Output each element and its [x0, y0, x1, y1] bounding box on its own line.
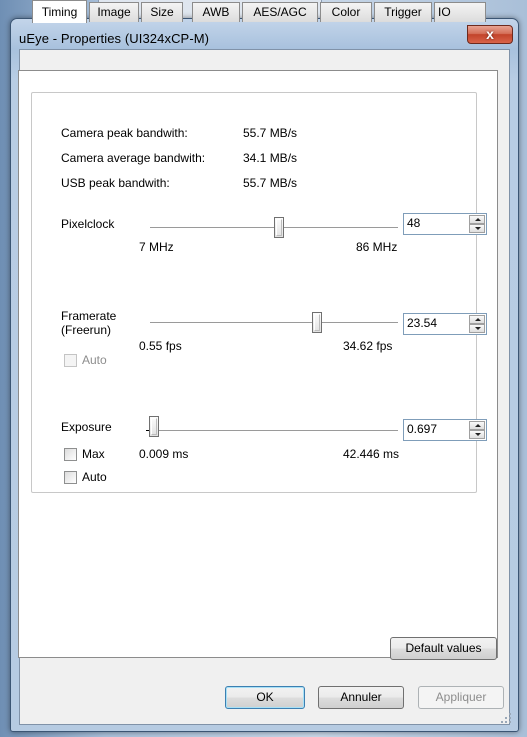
pixelclock-slider-thumb[interactable]: [273, 217, 284, 238]
tab-trigger[interactable]: Trigger: [374, 2, 432, 22]
exposure-auto-label: Auto: [82, 470, 107, 484]
spin-up-icon[interactable]: [469, 315, 485, 324]
window-title: uEye - Properties (UI324xCP-M): [19, 31, 210, 46]
tab-awb[interactable]: AWB: [192, 2, 240, 22]
close-icon: x: [486, 26, 494, 42]
tab-size[interactable]: Size: [141, 2, 183, 22]
camera-peak-bandwidth-value: 55.7 MB/s: [243, 126, 298, 140]
framerate-max-label: 34.62 fps: [343, 339, 393, 353]
pixelclock-spin-buttons: [469, 215, 485, 233]
cancel-button[interactable]: Annuler: [318, 686, 404, 709]
usb-peak-bandwidth-value: 55.7 MB/s: [243, 176, 298, 190]
exposure-max-checkbox-label: Max: [82, 447, 105, 461]
apply-button[interactable]: Appliquer: [418, 686, 504, 709]
tab-label: Trigger: [384, 5, 422, 19]
spin-down-icon[interactable]: [469, 224, 485, 233]
spin-up-icon[interactable]: [469, 215, 485, 224]
exposure-label: Exposure: [61, 420, 112, 434]
tab-label: AES/AGC: [253, 5, 307, 19]
tab-color[interactable]: Color: [320, 2, 372, 22]
ok-button[interactable]: OK: [225, 686, 305, 709]
tab-label: IO: [438, 5, 451, 19]
button-label: OK: [256, 690, 274, 704]
framerate-slider-thumb[interactable]: [312, 312, 323, 333]
close-button[interactable]: x: [467, 25, 513, 44]
framerate-label: Framerate: [61, 309, 117, 323]
pixelclock-label: Pixelclock: [61, 217, 115, 231]
framerate-freerun-label: (Freerun): [61, 323, 112, 337]
button-label: Appliquer: [435, 690, 487, 704]
tab-image[interactable]: Image: [89, 2, 139, 22]
tab-label: Size: [150, 5, 174, 19]
exposure-slider-track[interactable]: [150, 430, 398, 432]
tab-io[interactable]: IO: [434, 2, 486, 22]
exposure-auto-checkbox[interactable]: [64, 471, 77, 484]
tab-label: Image: [97, 5, 131, 19]
tab-label: Color: [331, 5, 361, 19]
pixelclock-value[interactable]: 48: [407, 216, 420, 230]
framerate-spin-buttons: [469, 315, 485, 333]
pixelclock-max-label: 86 MHz: [356, 240, 398, 254]
camera-peak-bandwidth-label: Camera peak bandwith:: [61, 126, 188, 140]
spin-up-icon[interactable]: [469, 421, 485, 430]
framerate-min-label: 0.55 fps: [139, 339, 182, 353]
exposure-slider-thumb[interactable]: [149, 416, 160, 437]
button-label: Default values: [405, 641, 482, 655]
exposure-spinbox[interactable]: 0.697: [403, 419, 487, 441]
framerate-value[interactable]: 23.54: [407, 316, 437, 330]
spin-down-icon[interactable]: [469, 324, 485, 333]
exposure-value[interactable]: 0.697: [407, 422, 437, 436]
spin-down-icon[interactable]: [469, 430, 485, 439]
exposure-max-checkbox[interactable]: [64, 448, 77, 461]
resize-grip-icon[interactable]: [500, 712, 512, 724]
tab-label: Timing: [41, 5, 78, 19]
framerate-auto-label: Auto: [82, 353, 107, 367]
framerate-spinbox[interactable]: 23.54: [403, 313, 487, 335]
camera-average-bandwidth-label: Camera average bandwith:: [61, 151, 206, 165]
framerate-auto-checkbox[interactable]: [64, 354, 77, 367]
tab-aes-agc[interactable]: AES/AGC: [242, 2, 318, 22]
default-values-button[interactable]: Default values: [390, 637, 497, 660]
pixelclock-spinbox[interactable]: 48: [403, 213, 487, 235]
exposure-max-range-label: 42.446 ms: [343, 447, 400, 461]
usb-peak-bandwidth-label: USB peak bandwith:: [61, 176, 170, 190]
tab-label: AWB: [202, 5, 230, 19]
button-label: Annuler: [340, 690, 382, 704]
tab-timing[interactable]: Timing: [32, 0, 87, 23]
camera-average-bandwidth-value: 34.1 MB/s: [243, 151, 298, 165]
exposure-min-label: 0.009 ms: [139, 447, 189, 461]
exposure-spin-buttons: [469, 421, 485, 439]
framerate-slider-track[interactable]: [150, 322, 398, 324]
pixelclock-min-label: 7 MHz: [139, 240, 174, 254]
